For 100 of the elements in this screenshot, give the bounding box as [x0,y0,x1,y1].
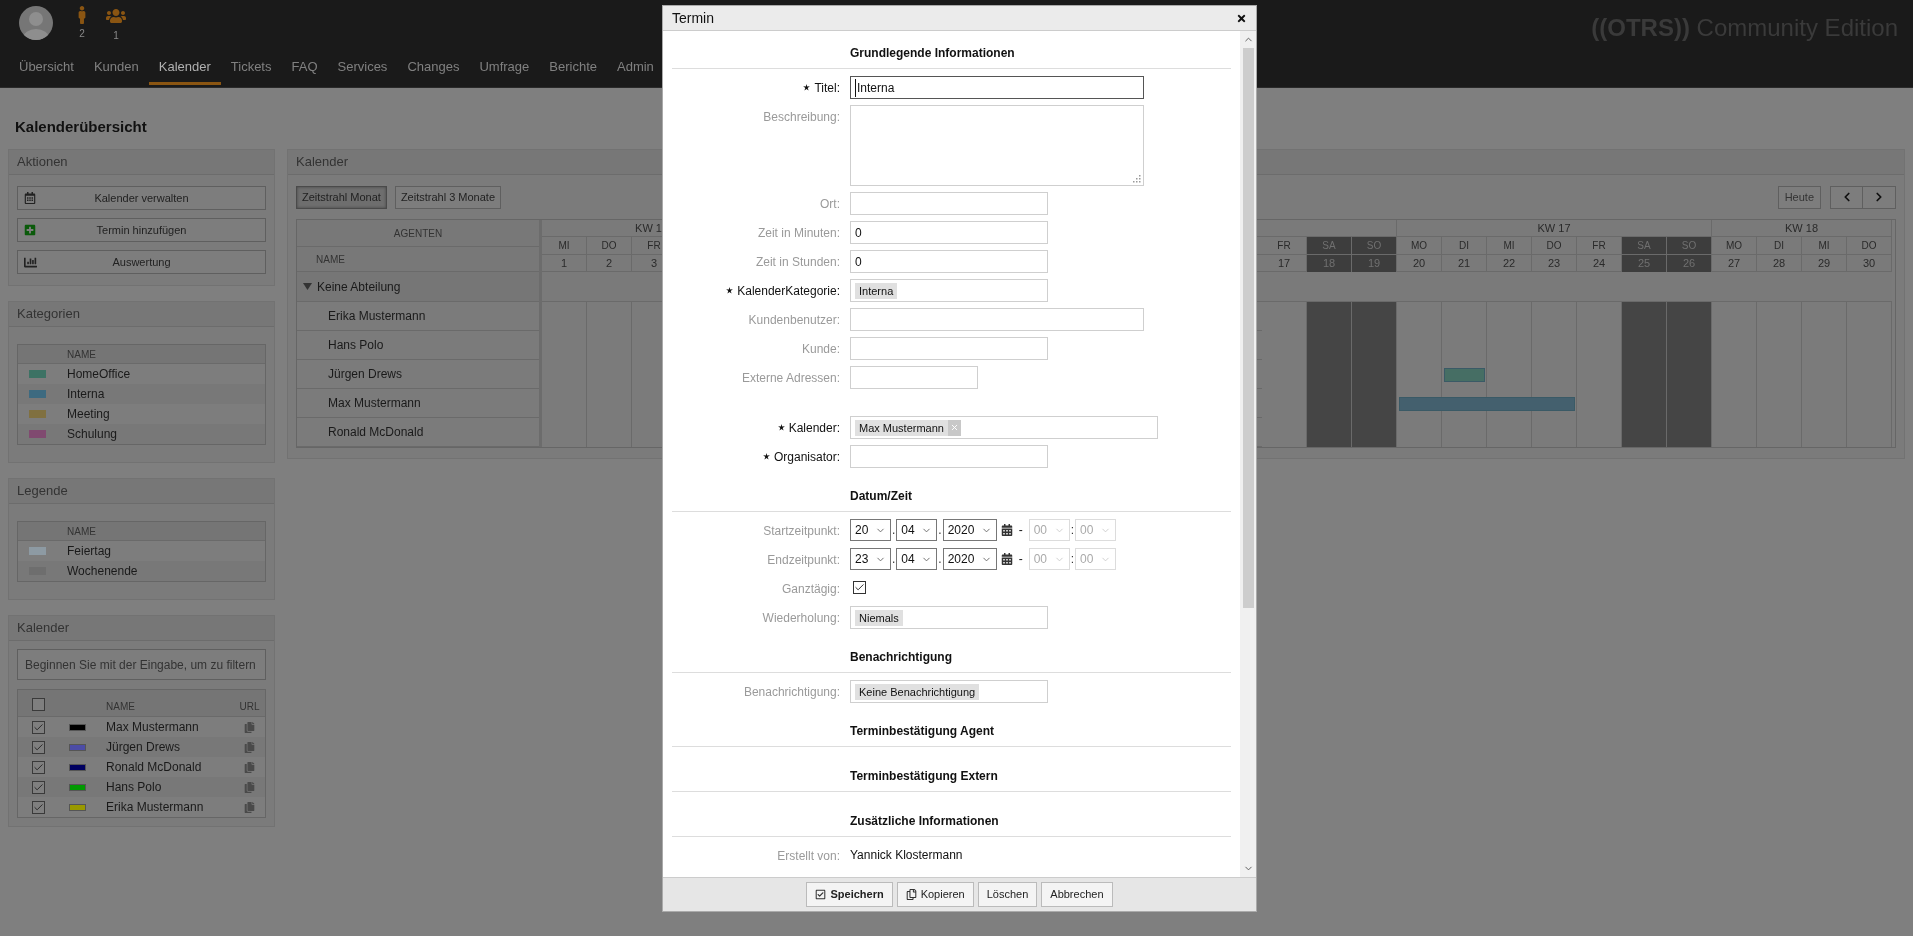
select-field[interactable]: 20 [850,519,891,541]
category-name: HomeOffice [66,366,131,383]
checkbox[interactable] [31,697,45,711]
date-label: 22 [1487,255,1532,272]
field-label: Titel: [814,79,840,97]
nav-tab[interactable]: Changes [397,51,470,86]
panel-title: Kalender [296,153,349,172]
selected-tag: Keine Benachrichtigung [855,683,980,700]
group-name: Keine Abteilung [317,278,401,296]
column-header: NAME [66,347,96,362]
field-label: Erstellt von: [777,847,840,865]
checkbox[interactable] [31,800,45,814]
field-label: Kalender: [788,419,840,437]
nav-tab[interactable]: Umfrage [469,51,540,86]
resize-grip-icon[interactable] [1133,175,1141,183]
select-field[interactable]: Interna [850,279,1048,302]
select-field[interactable]: 04 [896,548,938,570]
checkbox[interactable] [31,780,45,794]
category-name: Feiertag [66,543,112,560]
checkbox-icon [815,889,827,900]
checkbox[interactable] [31,720,45,734]
selected-tag: Interna [855,282,898,299]
category-name: Schulung [66,426,118,443]
text-area[interactable] [850,105,1144,186]
page-title: Kalenderübersicht [15,118,147,135]
field-label: Kundenbenutzer: [748,311,840,329]
nav-tab[interactable]: FAQ [281,51,328,86]
week-label: KW 18 [1785,221,1818,236]
view-tab[interactable]: Zeitstrahl 3 Monate [394,185,502,209]
nav-tab[interactable]: Services [327,51,398,86]
field-label: Zeit in Stunden: [755,253,840,271]
checkbox[interactable] [853,581,866,594]
calendar-name: Ronald McDonald [105,759,203,776]
select-field[interactable]: Keine Benachrichtigung [850,680,1048,703]
column-header: NAME [316,252,345,267]
column-header: NAME [66,524,96,539]
nav-tab[interactable]: Admin [607,51,664,86]
select-field[interactable]: Niemals [850,606,1048,629]
nav-tab[interactable]: Berichte [539,51,607,86]
weekday-label: MI [1802,237,1847,254]
date-label: 30 [1847,255,1892,272]
week-label: KW 17 [1537,221,1571,236]
field-label: Ort: [820,195,840,213]
dialog-button[interactable]: Abbrechen [1041,882,1113,907]
text-field[interactable] [850,366,978,389]
action-button[interactable]: Auswertung [17,250,266,274]
select-field[interactable]: 2020 [942,548,997,570]
scrollbar[interactable] [1240,31,1256,877]
range-separator: - [1018,522,1023,539]
avatar[interactable] [19,6,53,40]
text-field[interactable] [850,192,1048,215]
text-field[interactable] [850,337,1048,360]
today-button[interactable]: Heute [1777,185,1821,209]
close-icon[interactable] [1236,12,1247,24]
copy-url-icon[interactable] [244,761,255,773]
select-field[interactable]: 2020 [942,519,997,541]
range-separator: - [1018,551,1023,568]
checkbox[interactable] [31,760,45,774]
weekday-label: DO [1847,237,1892,254]
calendar-icon[interactable] [1000,553,1013,565]
agent-name: Max Mustermann [328,395,421,412]
copy-url-icon[interactable] [244,721,255,733]
date-label: 20 [1397,255,1442,272]
text-field[interactable] [850,308,1144,331]
dialog-button[interactable]: Kopieren [896,882,974,907]
text-field[interactable] [850,445,1048,468]
select-field[interactable]: 04 [896,519,938,541]
category-name: Interna [66,386,105,403]
agent-name: Jürgen Drews [328,366,403,383]
copy-url-icon[interactable] [244,801,255,813]
filter-field[interactable]: Beginnen Sie mit der Eingabe, um zu filtern [17,649,266,680]
text-field[interactable]: 0 [850,250,1048,273]
add-icon [24,224,36,236]
action-button[interactable]: Kalender verwalten [17,186,266,210]
select-field[interactable]: 23 [850,548,891,570]
bar-chart-icon [24,256,37,269]
expanded-triangle-icon[interactable] [303,282,312,291]
field-label: KalenderKategorie: [737,282,840,300]
weekday-label: MO [1712,237,1757,254]
nav-tab[interactable]: Übersicht [9,51,84,86]
calendar-name: Max Mustermann [105,719,200,736]
select-field[interactable]: Max Mustermann [850,416,1158,439]
view-tab[interactable]: Zeitstrahl Monat [296,185,387,209]
text-field[interactable]: Interna [850,76,1144,99]
people-icon[interactable] [106,6,126,26]
nav-tab[interactable]: Tickets [220,51,282,86]
calendar-icon[interactable] [1000,524,1013,536]
dialog-button[interactable]: Löschen [977,882,1038,907]
weekday-label: DI [1757,237,1802,254]
text-field[interactable]: 0 [850,221,1048,244]
agent-name: Hans Polo [328,337,384,354]
copy-url-icon[interactable] [244,781,255,793]
nav-tab[interactable]: Kalender [148,51,221,86]
field-label: Kunde: [801,340,840,358]
copy-url-icon[interactable] [244,741,255,753]
nav-tab[interactable]: Kunden [83,51,149,86]
action-button[interactable]: Termin hinzufügen [17,218,266,242]
calendar-name: Jürgen Drews [105,739,182,756]
dialog-button[interactable]: Speichern [806,882,893,907]
checkbox[interactable] [31,740,45,754]
